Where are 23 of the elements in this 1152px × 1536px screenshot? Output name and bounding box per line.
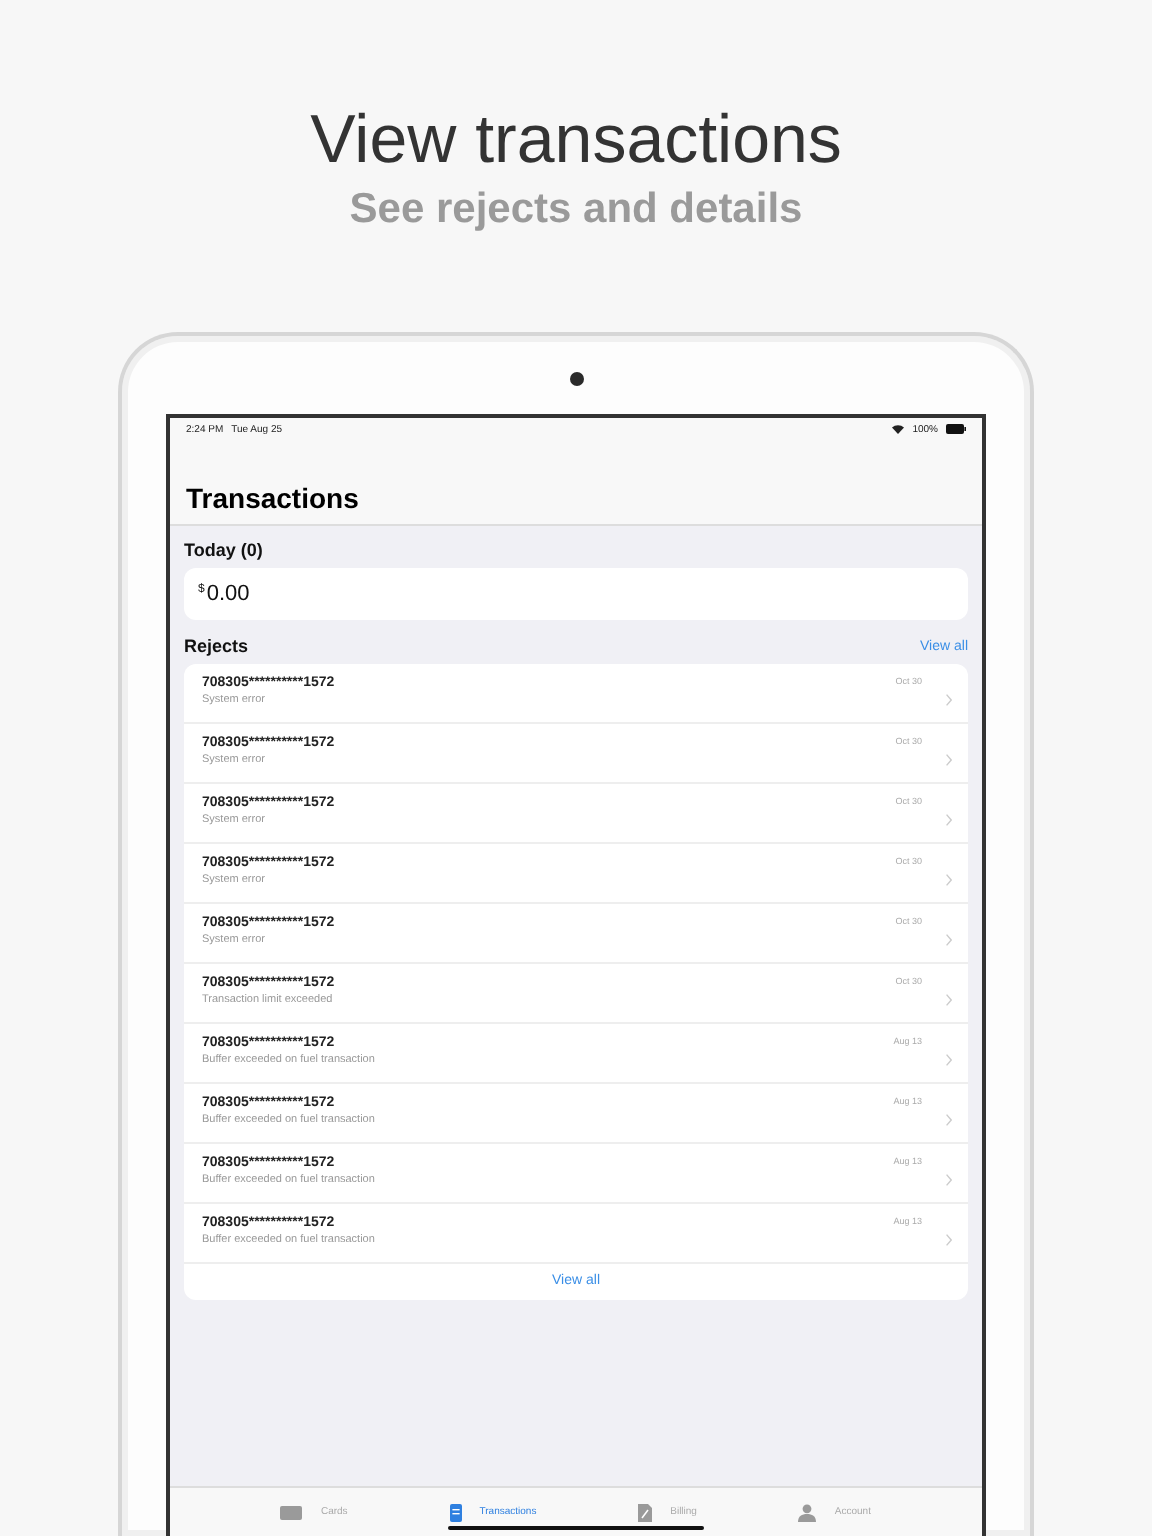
chevron-icon	[946, 934, 952, 946]
amount: 0.00	[206, 582, 250, 606]
battery-icon	[946, 424, 966, 434]
subheadline: See rejects and details	[349, 184, 803, 236]
person-icon	[798, 1503, 817, 1521]
document-icon	[638, 1503, 653, 1521]
chevron-icon	[946, 814, 952, 826]
section-title: Today (0)	[184, 540, 265, 560]
headline: View transactions	[310, 100, 842, 180]
card-icon	[280, 1505, 303, 1519]
page-title: Transactions	[186, 480, 361, 516]
chevron-icon	[946, 1174, 952, 1186]
camera-icon	[569, 372, 583, 386]
chevron-icon	[946, 1234, 952, 1246]
chevron-icon	[946, 1054, 952, 1066]
chevron-icon	[946, 694, 952, 706]
section-title: Rejects	[184, 636, 249, 656]
chevron-icon	[946, 874, 952, 886]
wifi-icon	[892, 424, 905, 434]
document-icon	[449, 1503, 462, 1521]
chevron-icon	[946, 994, 952, 1006]
chevron-icon	[946, 754, 952, 766]
chevron-icon	[946, 1114, 952, 1126]
